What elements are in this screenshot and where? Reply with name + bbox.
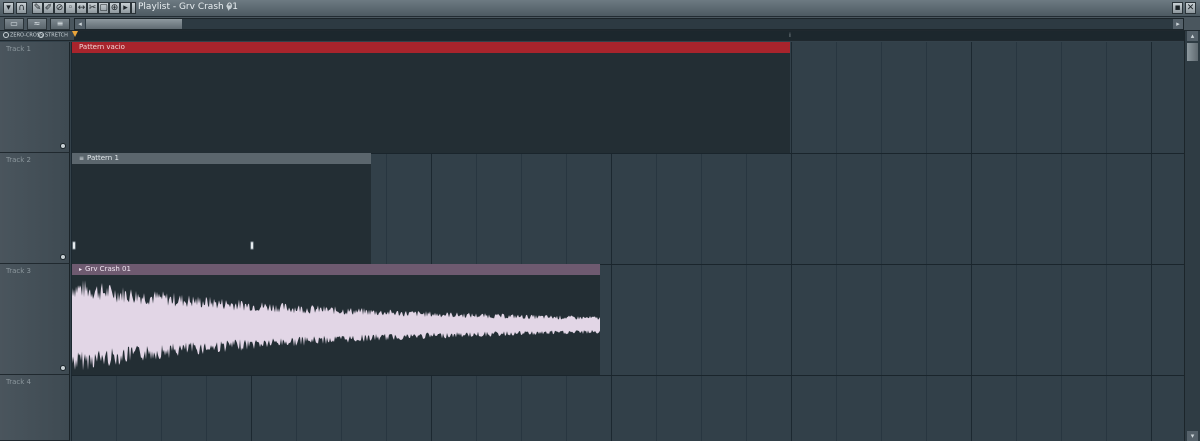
loop-end-marker-icon[interactable]: ⁞ [789,32,791,39]
pattern-icon: ≡ [79,155,85,162]
zoom-icon[interactable]: ⊕ [109,2,120,14]
grid-line [1106,42,1107,441]
options-row: ZERO-CROSS STRETCH ⁞ [0,31,1200,41]
stretch-label: STRETCH [45,32,68,39]
grid-line [881,42,882,441]
track-name: Track 4 [6,378,31,386]
menu-icon[interactable]: ▾ [3,2,14,14]
slice-icon[interactable]: ✂ [87,2,98,14]
detach-icon[interactable]: ▪ [1172,2,1183,14]
track-options-icon[interactable] [60,254,66,260]
track-header-1[interactable]: Track 1 [0,42,70,153]
clip-body [72,275,600,375]
slip-icon[interactable]: ↔ [76,2,87,14]
zero-cross-radio-icon[interactable] [3,32,9,38]
close-icon[interactable]: ✕ [1185,2,1196,14]
title-dropdown-icon[interactable]: ▼ [226,4,231,12]
stretch-radio-icon[interactable] [38,32,44,38]
audio-waveform [72,280,600,371]
vertical-scrollbar[interactable]: ▴ ▾ [1184,31,1200,441]
track-header-4[interactable]: Track 4 [0,375,70,441]
timeline-ruler[interactable] [74,31,1184,40]
grid-line [1016,42,1017,441]
clip-pattern-1[interactable]: ≡ Pattern 1 [72,153,371,264]
title-bar[interactable]: ▾ ∩ ✎ ✐ ⊘ ◦ ↔ ✂ ▢ ⊕ ▸ Playlist - Grv Cra… [0,0,1200,17]
clip-title: ▸ Grv Crash 01 [72,264,600,275]
play-icon[interactable]: ▸ [120,2,131,14]
clip-body [72,164,371,264]
pencil-icon[interactable]: ✎ [32,2,43,14]
clip-label: Grv Crash 01 [85,265,131,273]
paint-icon[interactable]: ✐ [43,2,54,14]
playlist-window: ▾ ∩ ✎ ✐ ⊘ ◦ ↔ ✂ ▢ ⊕ ▸ Playlist - Grv Cra… [0,0,1200,441]
tool-tab-playlist[interactable]: ▭ [4,18,24,30]
track-options-icon[interactable] [60,365,66,371]
playlist-grid[interactable]: Pattern vacio ≡ Pattern 1 ▸ Grv Crash 01 [71,42,1184,441]
track-divider [71,375,1184,376]
select-icon[interactable]: ▢ [98,2,109,14]
snap-icon[interactable]: ∩ [16,2,27,14]
waveform-shape [72,280,600,371]
track-name: Track 2 [6,156,31,164]
track-options-icon[interactable] [60,143,66,149]
toolbar-row: ▭ ≈ ≡ ◂ ▸ [0,17,1200,31]
scroll-left-icon[interactable]: ◂ [75,19,85,29]
clip-grv-crash-01[interactable]: ▸ Grv Crash 01 [72,264,600,375]
scroll-down-icon[interactable]: ▾ [1187,431,1198,441]
vertical-scroll-thumb[interactable] [1187,43,1198,61]
clip-title: ≡ Pattern 1 [72,153,371,164]
track-header-2[interactable]: Track 2 [0,153,70,264]
scroll-right-icon[interactable]: ▸ [1173,19,1183,29]
clip-title: Pattern vacio [72,42,790,53]
clip-body [72,53,790,153]
grid-line [836,42,837,441]
window-title: Playlist - Grv Crash 01 [138,2,239,12]
grid-line [926,42,927,441]
clip-pattern-vacio[interactable]: Pattern vacio [72,42,790,153]
scroll-up-icon[interactable]: ▴ [1187,31,1198,41]
tool-tab-audio[interactable]: ≈ [27,18,47,30]
horizontal-scrollbar[interactable]: ◂ ▸ [74,18,1184,30]
tool-tab-automation[interactable]: ≡ [50,18,70,30]
stretch-toggle[interactable]: STRETCH [38,32,68,39]
grid-line [791,42,792,441]
track-header-3[interactable]: Track 3 [0,264,70,375]
note[interactable] [72,241,76,250]
note[interactable] [250,241,254,250]
mute-icon[interactable]: ◦ [65,2,76,14]
grid-line [1061,42,1062,441]
track-name: Track 1 [6,45,31,53]
clip-label: Pattern 1 [87,154,119,162]
horizontal-scroll-thumb[interactable] [86,19,182,29]
track-name: Track 3 [6,267,31,275]
grid-line [1151,42,1152,441]
audio-clip-icon: ▸ [79,266,83,273]
song-position-marker-icon[interactable] [72,31,78,37]
grid-line [971,42,972,441]
window-grip-icon[interactable] [131,2,136,14]
delete-icon[interactable]: ⊘ [54,2,65,14]
